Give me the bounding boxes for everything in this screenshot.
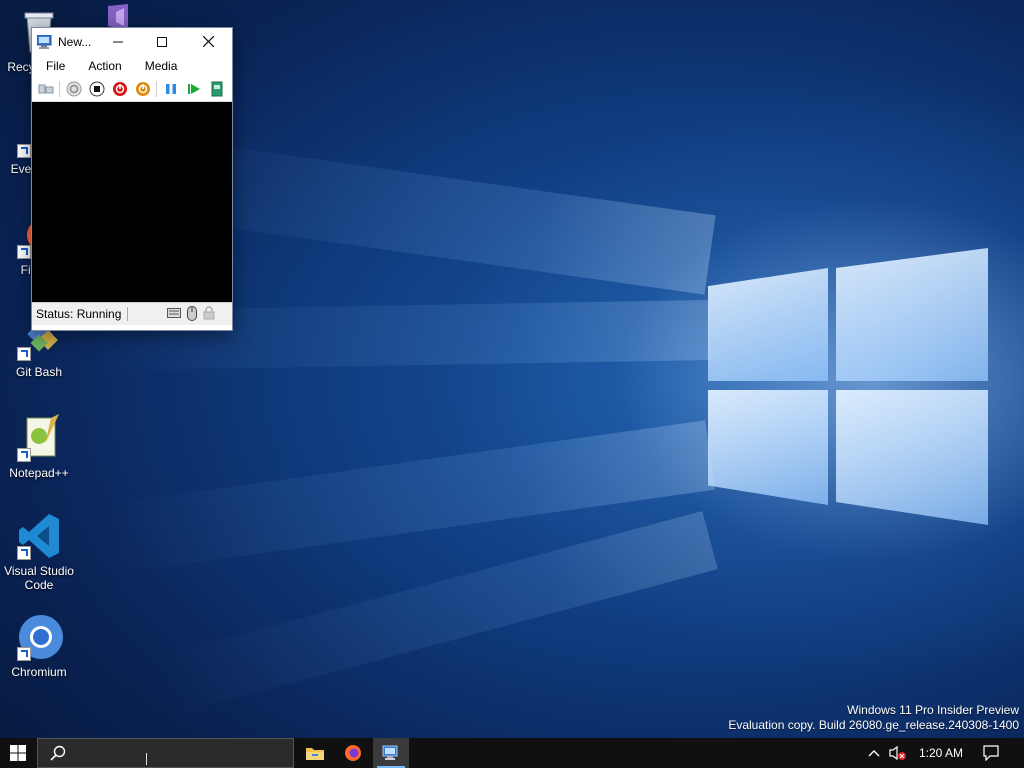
desktop-icon-label: Visual Studio Code <box>4 564 74 592</box>
desktop-icon-visual-studio-code[interactable]: Visual Studio Code <box>0 512 79 592</box>
desktop-icon-notepad-plus-plus[interactable]: Notepad++ <box>0 414 79 480</box>
checkpoint-button[interactable] <box>208 80 226 98</box>
start-button[interactable] <box>0 738 36 768</box>
maximize-icon <box>157 36 167 47</box>
maximize-button[interactable] <box>140 28 184 55</box>
shortcut-arrow-icon <box>17 448 31 462</box>
turn-off-button[interactable] <box>88 80 106 98</box>
logo-pane-bottom-left <box>708 390 828 505</box>
minimize-button[interactable] <box>96 28 140 55</box>
taskbar-file-explorer[interactable] <box>297 738 333 768</box>
taskbar-search-box[interactable] <box>37 738 294 768</box>
shortcut-arrow-icon <box>17 347 31 361</box>
vm-display-area[interactable] <box>32 102 232 302</box>
shortcut-arrow-icon <box>17 144 31 158</box>
toolbar-separator <box>156 81 157 97</box>
logo-pane-bottom-right <box>836 390 988 525</box>
menu-bar: File Action Media <box>32 55 232 77</box>
watermark-line-1: Windows 11 Pro Insider Preview <box>847 703 1019 717</box>
menu-file[interactable]: File <box>32 59 74 73</box>
shortcut-arrow-icon <box>17 546 31 560</box>
chevron-up-icon <box>868 750 880 757</box>
start-icon <box>66 81 82 97</box>
search-icon <box>50 745 66 761</box>
save-state-button[interactable] <box>134 80 152 98</box>
window-titlebar[interactable]: New... <box>32 28 232 55</box>
start-button[interactable] <box>65 80 83 98</box>
vm-connection-window[interactable]: New... File Action Media Status: Running <box>31 27 233 331</box>
pause-icon <box>166 84 176 94</box>
toolbar-separator <box>59 81 60 97</box>
vscode-icon <box>15 512 63 560</box>
volume-muted-icon <box>889 745 906 761</box>
clock[interactable]: 1:20 AM <box>912 738 970 768</box>
lock-icon <box>203 306 215 323</box>
show-hidden-icons-button[interactable] <box>864 738 884 768</box>
toolbar <box>32 77 232 102</box>
close-button[interactable] <box>186 28 230 55</box>
window-title: New... <box>58 34 92 49</box>
shortcut-arrow-icon <box>17 647 31 661</box>
menu-media[interactable]: Media <box>131 59 187 73</box>
vm-connect-app-icon <box>382 745 398 760</box>
shortcut-arrow-icon <box>17 245 31 259</box>
light-ray <box>149 137 716 295</box>
windows-logo-icon <box>10 745 26 761</box>
desktop-background: Recycle Bin Everything Firefox Git Bash <box>0 0 1024 738</box>
ctrl-alt-del-icon <box>38 84 54 94</box>
folder-icon <box>306 748 324 760</box>
desktop-icon-label: Git Bash <box>15 365 63 379</box>
close-icon <box>202 36 214 47</box>
ctrl-alt-del-button[interactable] <box>37 80 55 98</box>
chromium-icon <box>15 613 63 661</box>
text-cursor-icon <box>146 753 147 765</box>
menu-action[interactable]: Action <box>74 59 130 73</box>
desktop-icon-chromium[interactable]: Chromium <box>0 613 79 679</box>
firefox-icon <box>345 745 361 761</box>
action-center-button[interactable] <box>978 738 1004 768</box>
shut-down-icon <box>113 82 127 96</box>
checkpoint-icon <box>211 81 223 97</box>
shut-down-button[interactable] <box>111 80 129 98</box>
watermark-line-2: Evaluation copy. Build 26080.ge_release.… <box>728 718 1019 732</box>
taskbar-vm-connect[interactable] <box>373 738 409 768</box>
logo-pane-top-left <box>708 268 828 381</box>
status-text: Status: Running <box>32 307 129 321</box>
status-bar: Status: Running <box>32 302 232 325</box>
turn-off-icon <box>89 81 105 97</box>
evaluation-watermark: Windows 11 Pro Insider Preview Evaluatio… <box>728 703 1019 733</box>
vm-connect-app-icon <box>36 34 53 49</box>
keyboard-icon <box>167 307 181 322</box>
taskbar-firefox[interactable] <box>335 738 371 768</box>
minimize-icon <box>113 41 123 42</box>
reset-button[interactable] <box>185 80 203 98</box>
volume-button[interactable] <box>886 738 910 768</box>
notification-icon <box>983 745 999 761</box>
logo-pane-top-right <box>836 248 988 381</box>
save-icon <box>136 82 150 96</box>
notepad-plus-plus-icon <box>15 414 63 462</box>
mouse-icon <box>187 306 197 324</box>
pause-button[interactable] <box>162 80 180 98</box>
taskbar: 1:20 AM <box>0 738 1024 768</box>
desktop-icon-label: Notepad++ <box>9 466 69 480</box>
desktop-icon-label: Chromium <box>11 665 67 679</box>
reset-icon <box>188 84 200 94</box>
